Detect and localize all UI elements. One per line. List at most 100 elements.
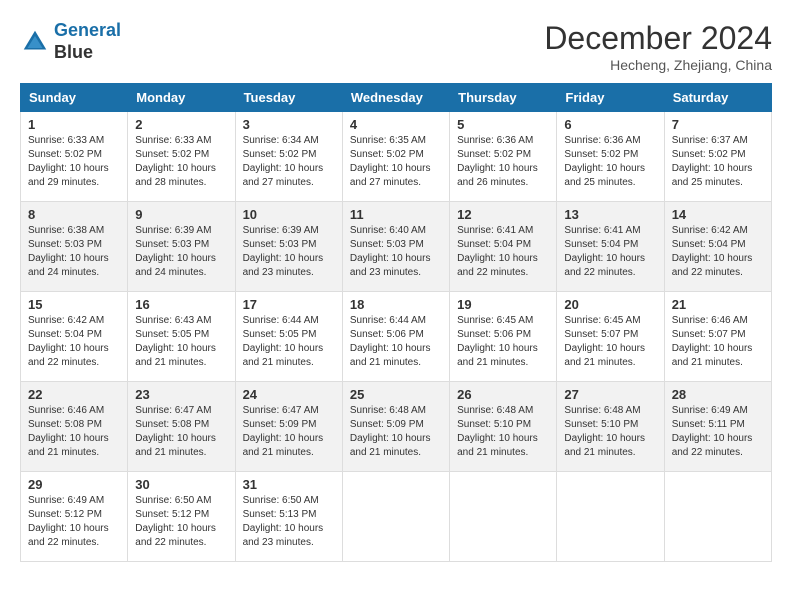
day-info: Sunrise: 6:45 AM Sunset: 5:06 PM Dayligh… (457, 314, 549, 370)
day-number: 2 (135, 117, 227, 132)
week-row-4: 22Sunrise: 6:46 AM Sunset: 5:08 PM Dayli… (21, 382, 772, 472)
day-number: 26 (457, 387, 549, 402)
day-number: 16 (135, 297, 227, 312)
weekday-header-saturday: Saturday (664, 84, 771, 112)
day-number: 17 (243, 297, 335, 312)
calendar-cell: 8 Sunrise: 6:38 AM Sunset: 5:03 PM Daylig… (21, 202, 128, 292)
day-info: Sunrise: 6:34 AM Sunset: 5:02 PM Dayligh… (243, 134, 335, 190)
day-info: Sunrise: 6:47 AM Sunset: 5:09 PM Dayligh… (243, 404, 335, 460)
day-info: Sunrise: 6:48 AM Sunset: 5:10 PM Dayligh… (457, 404, 549, 460)
calendar-cell: 29 Sunrise: 6:49 AM Sunset: 5:12 PM Dayli… (21, 472, 128, 562)
calendar-cell (557, 472, 664, 562)
day-number: 8 (28, 207, 120, 222)
day-info: Sunrise: 6:50 AM Sunset: 5:12 PM Dayligh… (135, 494, 227, 550)
day-info: Sunrise: 6:44 AM Sunset: 5:05 PM Dayligh… (243, 314, 335, 370)
calendar-cell: 22Sunrise: 6:46 AM Sunset: 5:08 PM Dayli… (21, 382, 128, 472)
calendar-cell: 4 Sunrise: 6:35 AM Sunset: 5:02 PM Daylig… (342, 112, 449, 202)
day-info: Sunrise: 6:35 AM Sunset: 5:02 PM Dayligh… (350, 134, 442, 190)
calendar-cell: 15 Sunrise: 6:42 AM Sunset: 5:04 PM Dayli… (21, 292, 128, 382)
logo-text: GeneralBlue (54, 20, 121, 63)
day-number: 12 (457, 207, 549, 222)
day-info: Sunrise: 6:39 AM Sunset: 5:03 PM Dayligh… (135, 224, 227, 280)
week-row-3: 15 Sunrise: 6:42 AM Sunset: 5:04 PM Dayli… (21, 292, 772, 382)
calendar-cell: 7 Sunrise: 6:37 AM Sunset: 5:02 PM Daylig… (664, 112, 771, 202)
calendar-cell: 24Sunrise: 6:47 AM Sunset: 5:09 PM Dayli… (235, 382, 342, 472)
day-number: 1 (28, 117, 120, 132)
weekday-header-thursday: Thursday (450, 84, 557, 112)
calendar-cell: 17 Sunrise: 6:44 AM Sunset: 5:05 PM Dayli… (235, 292, 342, 382)
calendar-cell: 12 Sunrise: 6:41 AM Sunset: 5:04 PM Dayli… (450, 202, 557, 292)
weekday-header-monday: Monday (128, 84, 235, 112)
calendar-cell: 10Sunrise: 6:39 AM Sunset: 5:03 PM Dayli… (235, 202, 342, 292)
weekday-header-sunday: Sunday (21, 84, 128, 112)
day-info: Sunrise: 6:43 AM Sunset: 5:05 PM Dayligh… (135, 314, 227, 370)
day-number: 13 (564, 207, 656, 222)
day-number: 18 (350, 297, 442, 312)
day-number: 19 (457, 297, 549, 312)
day-number: 5 (457, 117, 549, 132)
day-number: 6 (564, 117, 656, 132)
month-title: December 2024 (544, 20, 772, 57)
day-number: 15 (28, 297, 120, 312)
day-number: 22 (28, 387, 120, 402)
calendar-cell: 28Sunrise: 6:49 AM Sunset: 5:11 PM Dayli… (664, 382, 771, 472)
week-row-5: 29 Sunrise: 6:49 AM Sunset: 5:12 PM Dayli… (21, 472, 772, 562)
day-info: Sunrise: 6:36 AM Sunset: 5:02 PM Dayligh… (564, 134, 656, 190)
calendar-cell: 23Sunrise: 6:47 AM Sunset: 5:08 PM Dayli… (128, 382, 235, 472)
calendar-cell: 5 Sunrise: 6:36 AM Sunset: 5:02 PM Daylig… (450, 112, 557, 202)
day-info: Sunrise: 6:40 AM Sunset: 5:03 PM Dayligh… (350, 224, 442, 280)
calendar-table: SundayMondayTuesdayWednesdayThursdayFrid… (20, 83, 772, 562)
day-info: Sunrise: 6:48 AM Sunset: 5:09 PM Dayligh… (350, 404, 442, 460)
day-number: 30 (135, 477, 227, 492)
calendar-cell: 30 Sunrise: 6:50 AM Sunset: 5:12 PM Dayli… (128, 472, 235, 562)
day-info: Sunrise: 6:44 AM Sunset: 5:06 PM Dayligh… (350, 314, 442, 370)
day-number: 4 (350, 117, 442, 132)
day-info: Sunrise: 6:36 AM Sunset: 5:02 PM Dayligh… (457, 134, 549, 190)
page-header: GeneralBlue December 2024 Hecheng, Zheji… (20, 20, 772, 73)
day-number: 29 (28, 477, 120, 492)
day-number: 28 (672, 387, 764, 402)
day-info: Sunrise: 6:49 AM Sunset: 5:12 PM Dayligh… (28, 494, 120, 550)
day-info: Sunrise: 6:48 AM Sunset: 5:10 PM Dayligh… (564, 404, 656, 460)
day-number: 7 (672, 117, 764, 132)
calendar-cell (342, 472, 449, 562)
day-number: 27 (564, 387, 656, 402)
calendar-cell: 6 Sunrise: 6:36 AM Sunset: 5:02 PM Daylig… (557, 112, 664, 202)
calendar-cell: 25Sunrise: 6:48 AM Sunset: 5:09 PM Dayli… (342, 382, 449, 472)
calendar-cell: 18 Sunrise: 6:44 AM Sunset: 5:06 PM Dayli… (342, 292, 449, 382)
day-info: Sunrise: 6:50 AM Sunset: 5:13 PM Dayligh… (243, 494, 335, 550)
logo: GeneralBlue (20, 20, 121, 63)
calendar-cell: 11 Sunrise: 6:40 AM Sunset: 5:03 PM Dayli… (342, 202, 449, 292)
day-info: Sunrise: 6:45 AM Sunset: 5:07 PM Dayligh… (564, 314, 656, 370)
day-info: Sunrise: 6:42 AM Sunset: 5:04 PM Dayligh… (28, 314, 120, 370)
calendar-cell: 16 Sunrise: 6:43 AM Sunset: 5:05 PM Dayli… (128, 292, 235, 382)
day-info: Sunrise: 6:46 AM Sunset: 5:07 PM Dayligh… (672, 314, 764, 370)
day-info: Sunrise: 6:38 AM Sunset: 5:03 PM Dayligh… (28, 224, 120, 280)
week-row-1: 1 Sunrise: 6:33 AM Sunset: 5:02 PM Daylig… (21, 112, 772, 202)
weekday-header-friday: Friday (557, 84, 664, 112)
day-number: 9 (135, 207, 227, 222)
calendar-cell: 21 Sunrise: 6:46 AM Sunset: 5:07 PM Dayli… (664, 292, 771, 382)
day-info: Sunrise: 6:42 AM Sunset: 5:04 PM Dayligh… (672, 224, 764, 280)
day-info: Sunrise: 6:33 AM Sunset: 5:02 PM Dayligh… (28, 134, 120, 190)
calendar-cell: 14 Sunrise: 6:42 AM Sunset: 5:04 PM Dayli… (664, 202, 771, 292)
logo-icon (20, 27, 50, 57)
location: Hecheng, Zhejiang, China (544, 57, 772, 73)
week-row-2: 8 Sunrise: 6:38 AM Sunset: 5:03 PM Daylig… (21, 202, 772, 292)
day-info: Sunrise: 6:41 AM Sunset: 5:04 PM Dayligh… (564, 224, 656, 280)
calendar-cell (450, 472, 557, 562)
calendar-cell (664, 472, 771, 562)
calendar-cell: 26 Sunrise: 6:48 AM Sunset: 5:10 PM Dayli… (450, 382, 557, 472)
day-number: 14 (672, 207, 764, 222)
day-number: 11 (350, 207, 442, 222)
calendar-cell: 9 Sunrise: 6:39 AM Sunset: 5:03 PM Daylig… (128, 202, 235, 292)
calendar-cell: 3 Sunrise: 6:34 AM Sunset: 5:02 PM Daylig… (235, 112, 342, 202)
weekday-header-row: SundayMondayTuesdayWednesdayThursdayFrid… (21, 84, 772, 112)
day-info: Sunrise: 6:41 AM Sunset: 5:04 PM Dayligh… (457, 224, 549, 280)
day-number: 3 (243, 117, 335, 132)
day-number: 21 (672, 297, 764, 312)
calendar-cell: 2Sunrise: 6:33 AM Sunset: 5:02 PM Daylig… (128, 112, 235, 202)
day-info: Sunrise: 6:37 AM Sunset: 5:02 PM Dayligh… (672, 134, 764, 190)
calendar-cell: 20Sunrise: 6:45 AM Sunset: 5:07 PM Dayli… (557, 292, 664, 382)
weekday-header-tuesday: Tuesday (235, 84, 342, 112)
